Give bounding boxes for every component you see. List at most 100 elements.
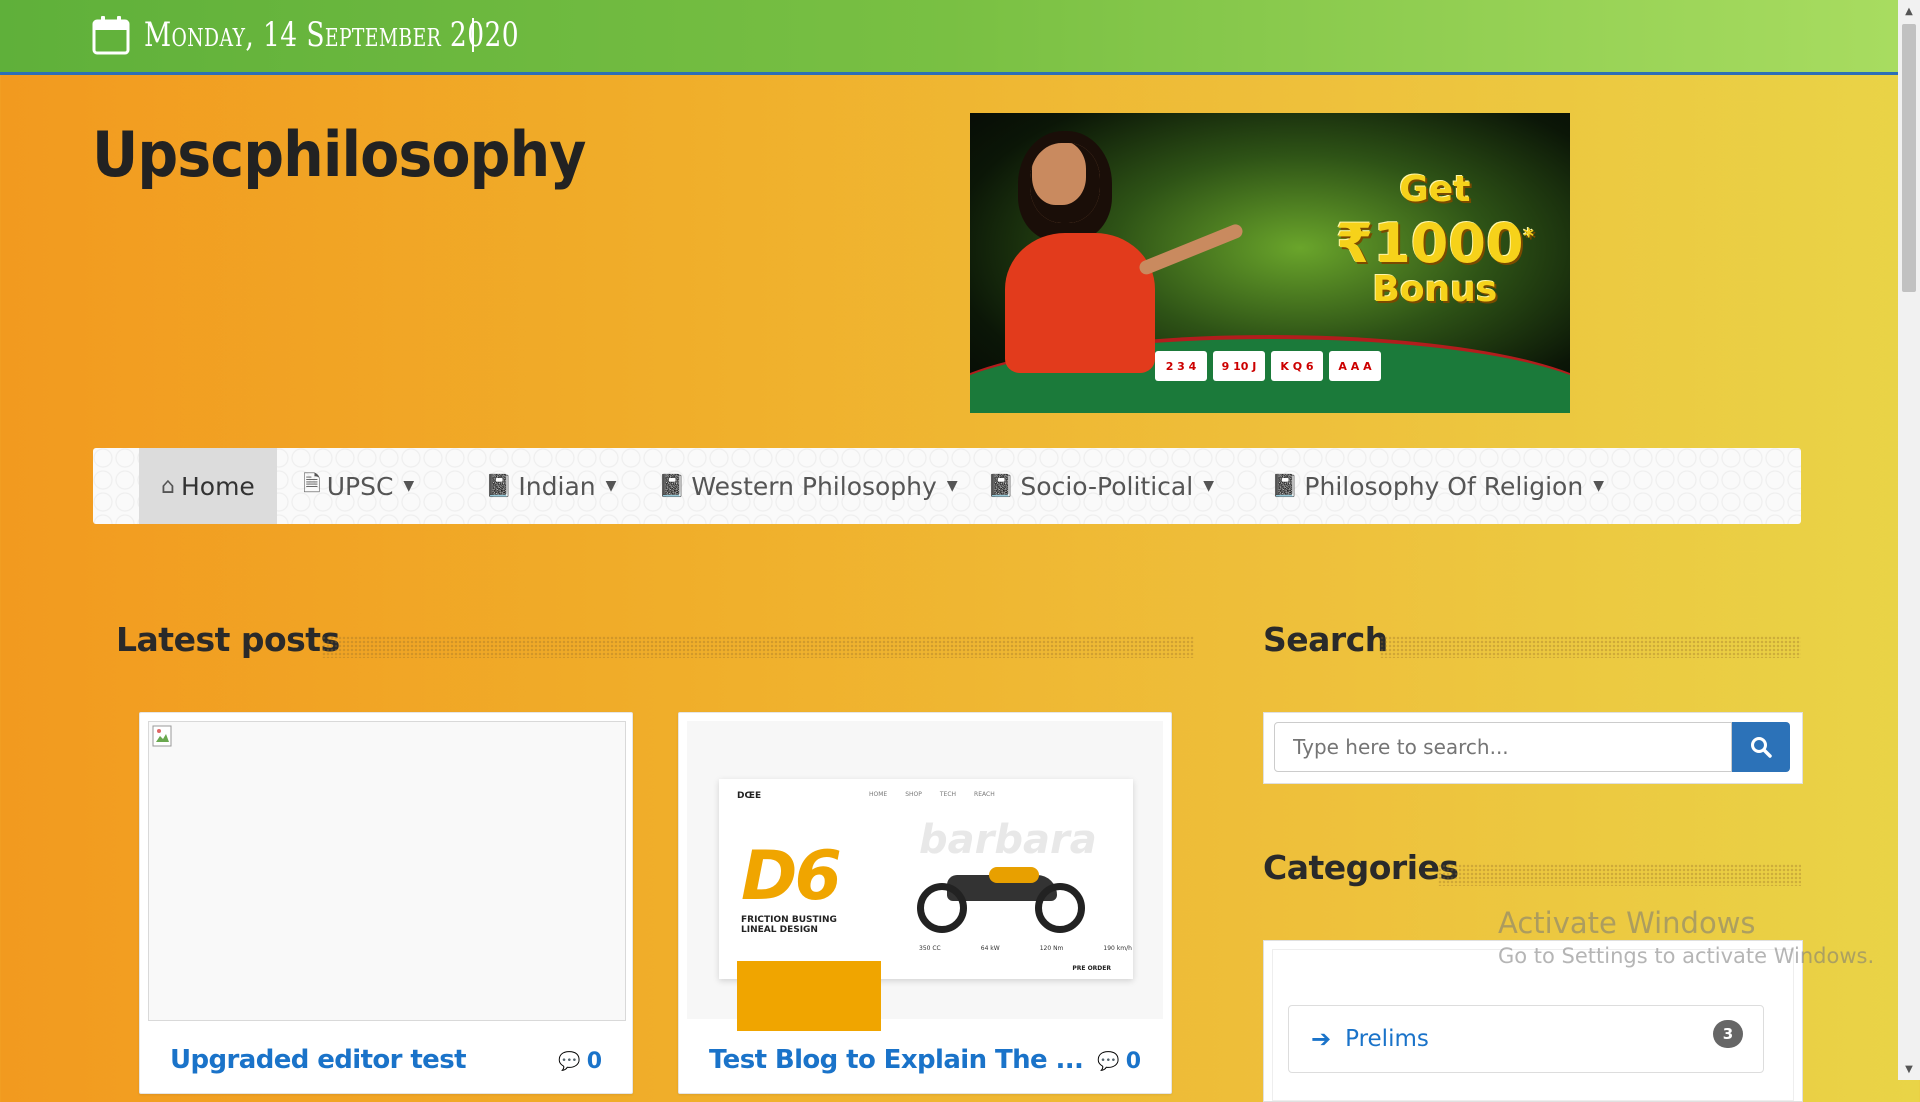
nav-socio-political[interactable]: 📓 Socio-Political ▼: [987, 448, 1214, 524]
banner-cards: 2 3 4 9 10 J K Q 6 A A A: [1155, 351, 1381, 381]
scroll-down-icon[interactable]: ▼: [1898, 1058, 1920, 1080]
nav-home[interactable]: ⌂ Home: [139, 448, 277, 524]
search-input[interactable]: [1274, 722, 1732, 772]
category-item-prelims[interactable]: ➔ Prelims 3: [1288, 1005, 1764, 1073]
book-icon: 📓: [987, 473, 1015, 499]
mock-yellow-block: [737, 961, 881, 1031]
heading-divider: [1380, 636, 1801, 658]
post-title[interactable]: Upgraded editor test: [170, 1045, 467, 1075]
ad-banner[interactable]: 2 3 4 9 10 J K Q 6 A A A Get ₹1000* Bonu…: [970, 113, 1570, 413]
book-icon: 📓: [485, 473, 513, 499]
watermark-line1: Activate Windows: [1498, 906, 1756, 940]
post-card[interactable]: Upgraded editor test 💬 0: [139, 712, 633, 1094]
banner-card: 2 3 4: [1155, 351, 1207, 381]
nav-philosophy-of-religion[interactable]: 📓 Philosophy Of Religion ▼: [1271, 448, 1604, 524]
mock-spec: 120 Nm: [1039, 945, 1064, 952]
mock-tagline-2: LINEAL DESIGN: [741, 925, 818, 935]
banner-bonus: Bonus: [1372, 269, 1498, 310]
post-thumbnail[interactable]: [148, 721, 626, 1021]
banner-amount-star: *: [1523, 224, 1534, 248]
mock-preorder: PRE ORDER: [1072, 965, 1111, 972]
top-date-bar: Monday, 14 September 2020: [0, 0, 1898, 75]
broken-image-icon: [152, 725, 172, 747]
nav-western-label: Western Philosophy: [691, 471, 937, 501]
home-icon: ⌂: [161, 473, 175, 499]
mock-tagline-1: FRICTION BUSTING: [741, 915, 837, 925]
thumbnail-website-mockup: DŒE HOME SHOP TECH REACH barbara D6 FRIC…: [719, 779, 1133, 979]
nav-indian[interactable]: 📓 Indian ▼: [485, 448, 616, 524]
banner-bonus-text: Get ₹1000* Bonus: [1336, 171, 1534, 309]
chevron-down-icon: ▼: [1593, 478, 1604, 494]
nav-religion-label: Philosophy Of Religion: [1304, 471, 1584, 501]
scroll-up-icon[interactable]: ▲: [1898, 0, 1920, 22]
comment-count-value: 0: [1125, 1049, 1141, 1074]
nav-upsc-label: UPSC: [326, 471, 394, 501]
banner-amount: ₹1000*: [1336, 209, 1534, 271]
calendar-icon: [92, 16, 130, 55]
chevron-down-icon: ▼: [1203, 478, 1214, 494]
search-widget: [1263, 712, 1803, 784]
motorcycle-wheel: [1035, 883, 1085, 933]
mock-spec: 190 km/h: [1103, 945, 1132, 952]
search-button[interactable]: [1732, 722, 1790, 772]
post-comment-count[interactable]: 💬 0: [1097, 1049, 1141, 1074]
mock-menu-item: REACH: [974, 791, 995, 798]
mock-menu-item: SHOP: [905, 791, 922, 798]
category-count-badge: 3: [1713, 1020, 1743, 1048]
banner-card: K Q 6: [1271, 351, 1323, 381]
nav-socio-label: Socio-Political: [1020, 471, 1194, 501]
mock-brand-watermark: barbara: [919, 817, 1097, 863]
mock-tagline: FRICTION BUSTING LINEAL DESIGN: [741, 915, 837, 935]
post-title[interactable]: Test Blog to Explain The ...: [709, 1045, 1084, 1075]
comments-icon: 💬: [558, 1051, 581, 1072]
banner-get: Get: [1399, 169, 1471, 210]
date-display: Monday, 14 September 2020: [92, 10, 625, 60]
current-date: Monday, 14 September 2020: [144, 15, 519, 55]
categories-heading: Categories: [1263, 848, 1459, 887]
chevron-down-icon: ▼: [605, 478, 617, 494]
arrow-right-icon: ➔: [1311, 1025, 1332, 1053]
mock-menu-item: HOME: [869, 791, 888, 798]
post-comment-count[interactable]: 💬 0: [558, 1049, 602, 1074]
search-heading: Search: [1263, 620, 1388, 659]
watermark-line2: Go to Settings to activate Windows.: [1498, 944, 1875, 968]
motorcycle-tank: [989, 867, 1039, 883]
category-label: Prelims: [1345, 1026, 1429, 1052]
mock-menu-item: TECH: [939, 791, 957, 798]
mock-spec: 64 kW: [980, 945, 1000, 952]
nav-indian-label: Indian: [518, 471, 596, 501]
post-card[interactable]: DŒE HOME SHOP TECH REACH barbara D6 FRIC…: [678, 712, 1172, 1094]
comment-count-value: 0: [586, 1049, 602, 1074]
banner-model-face: [1030, 143, 1100, 223]
post-thumbnail[interactable]: DŒE HOME SHOP TECH REACH barbara D6 FRIC…: [687, 721, 1163, 1031]
mock-specs: 350 CC 64 kW 120 Nm 190 km/h: [919, 945, 1132, 952]
date-separator: [472, 18, 474, 52]
chevron-down-icon: ▼: [403, 478, 415, 494]
nav-western-philosophy[interactable]: 📓 Western Philosophy ▼: [658, 448, 958, 524]
chevron-down-icon: ▼: [946, 478, 958, 494]
site-title[interactable]: Upscphilosophy: [92, 118, 586, 191]
motorcycle-wheel: [917, 883, 967, 933]
heading-divider: [1438, 864, 1801, 886]
mock-spec: 350 CC: [919, 945, 941, 952]
scrollbar-thumb[interactable]: [1902, 24, 1916, 292]
mock-menu: HOME SHOP TECH REACH: [869, 791, 995, 798]
banner-model-dress: [1005, 233, 1155, 373]
nav-upsc[interactable]: 🗎 UPSC ▼: [303, 448, 414, 524]
book-icon: 📓: [1271, 473, 1299, 499]
book-icon: 📓: [658, 473, 686, 499]
mock-logo: DŒE: [737, 791, 762, 801]
vertical-scrollbar[interactable]: ▲ ▼: [1898, 0, 1920, 1080]
heading-divider: [322, 636, 1194, 658]
nav-home-label: Home: [180, 471, 255, 501]
main-nav: ⌂ Home 🗎 UPSC ▼ 📓 Indian ▼ 📓 Western Phi…: [93, 448, 1801, 524]
banner-card: 9 10 J: [1213, 351, 1265, 381]
windows-activation-watermark: Activate Windows Go to Settings to activ…: [1498, 906, 1874, 968]
banner-amount-value: ₹1000: [1335, 212, 1524, 275]
latest-posts-heading: Latest posts: [116, 620, 340, 659]
banner-model-arm: [1137, 222, 1245, 277]
comments-icon: 💬: [1097, 1051, 1120, 1072]
banner-card: A A A: [1329, 351, 1381, 381]
search-icon: [1751, 737, 1772, 758]
document-icon: 🗎: [303, 472, 321, 497]
